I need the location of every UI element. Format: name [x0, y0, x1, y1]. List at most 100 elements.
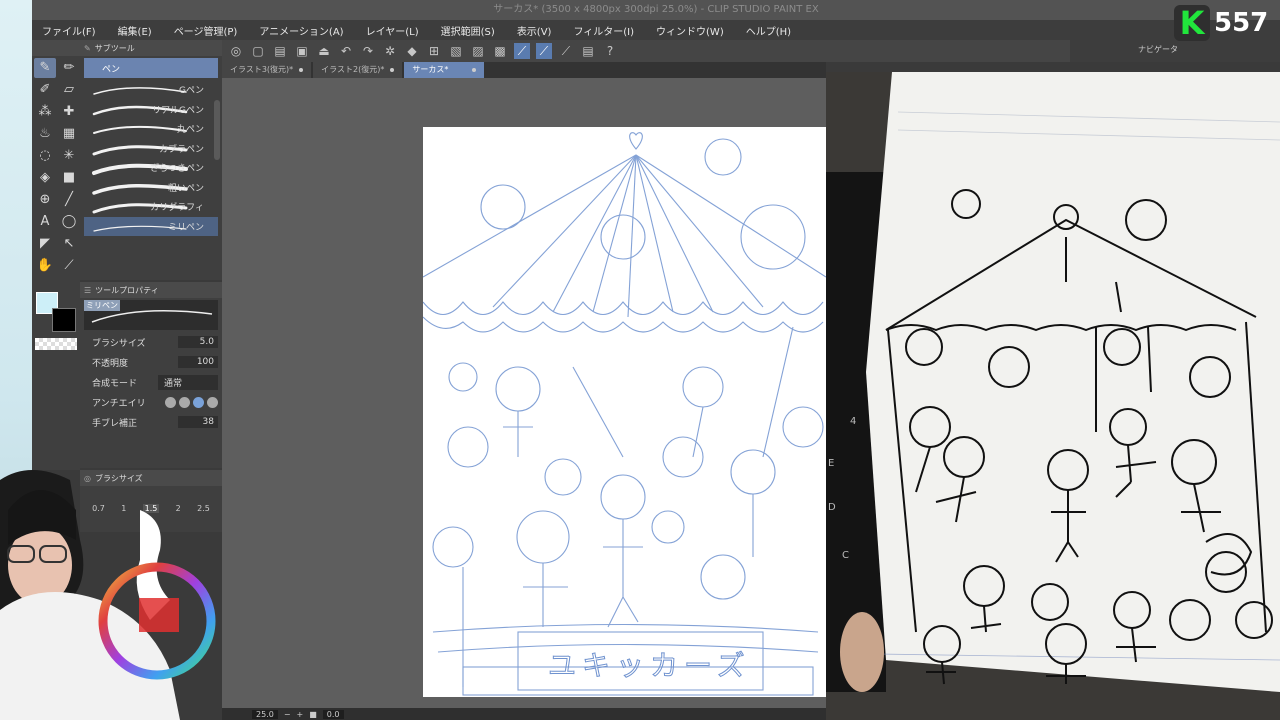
- eraser-tool-icon[interactable]: ▱: [58, 80, 80, 100]
- new-file-icon[interactable]: ▢: [250, 43, 266, 59]
- antialias-row[interactable]: アンチエイリ: [80, 392, 222, 412]
- key-label: E: [828, 458, 834, 469]
- key-label: D: [828, 502, 836, 513]
- tab-label: サーカス*: [412, 65, 449, 74]
- zoom-tool-icon[interactable]: ⊕: [34, 190, 56, 210]
- close-dot-icon[interactable]: [472, 68, 477, 72]
- blend-mode-row[interactable]: 合成モード 通常: [80, 372, 222, 392]
- tool-panel: ✎ ✏ ✐ ▱ ⁂ ✚ ♨ ▦ ◌ ✳ ◈ ■ ⊕ ╱ A ◯ ◤ ↖ ✋ ⟋: [32, 40, 80, 470]
- select-off-icon[interactable]: ▧: [448, 43, 464, 59]
- snap-ruler-icon[interactable]: ⟋: [514, 43, 530, 59]
- menu-window[interactable]: ウィンドウ(W): [656, 23, 724, 38]
- menu-selection[interactable]: 選択範囲(S): [441, 23, 495, 38]
- menu-layer[interactable]: レイヤー(L): [366, 23, 419, 38]
- snap-grid-icon[interactable]: ⟋: [558, 43, 574, 59]
- close-dot-icon[interactable]: [390, 68, 395, 72]
- loading-icon[interactable]: ✲: [382, 43, 398, 59]
- text-tool-icon[interactable]: A: [34, 212, 56, 232]
- opacity-value[interactable]: 100: [178, 356, 218, 368]
- menu-animation[interactable]: アニメーション(A): [259, 23, 343, 38]
- redo-icon[interactable]: ↷: [360, 43, 376, 59]
- snap-special-ruler-icon[interactable]: ⟋: [536, 43, 552, 59]
- menu-page[interactable]: ページ管理(P): [174, 23, 238, 38]
- menu-filter[interactable]: フィルター(I): [573, 23, 634, 38]
- help-icon[interactable]: ?: [602, 43, 618, 59]
- color-wheel[interactable]: [94, 558, 220, 684]
- ruler-tool-icon[interactable]: ◤: [34, 234, 56, 254]
- gradient-tool-icon[interactable]: ■: [58, 168, 80, 188]
- brush-item[interactable]: リアルGペン: [84, 100, 218, 120]
- aa-strong-option[interactable]: [207, 396, 218, 408]
- eyedropper-tool-icon[interactable]: ⟋: [58, 256, 80, 276]
- scrollbar[interactable]: [214, 100, 220, 160]
- subtool-group-pen[interactable]: ペン: [84, 58, 218, 78]
- opacity-row[interactable]: 不透明度 100: [80, 352, 222, 372]
- menu-edit[interactable]: 編集(E): [118, 23, 152, 38]
- brush-tool-icon[interactable]: ✐: [34, 80, 56, 100]
- auto-select-tool-icon[interactable]: ✳: [58, 146, 80, 166]
- crop-icon[interactable]: ▩: [492, 43, 508, 59]
- brush-item[interactable]: ざらつきペン: [84, 158, 218, 178]
- stabilization-row[interactable]: 手ブレ補正 38: [80, 412, 222, 432]
- aa-medium-option[interactable]: [193, 396, 204, 408]
- brush-list: Gペン リアルGペン丸ペンカブラペン ざらつきペン 粗いペン カリグラフィミリペン: [80, 80, 222, 236]
- brush-item[interactable]: カリグラフィ: [84, 197, 218, 217]
- brush-item[interactable]: Gペン: [84, 80, 218, 100]
- pen-tool-icon[interactable]: ✎: [34, 58, 56, 78]
- brush-size-value[interactable]: 5.0: [178, 336, 218, 348]
- fill-icon[interactable]: ◆: [404, 43, 420, 59]
- brush-label: ミリペン: [167, 222, 204, 233]
- aa-weak-option[interactable]: [179, 396, 190, 408]
- drawing-canvas[interactable]: ユキッカーズ: [423, 127, 826, 697]
- blend-tool-icon[interactable]: ♨: [34, 124, 56, 144]
- webcam-overlay: 4 E D C: [826, 72, 1280, 720]
- decoration-tool-icon[interactable]: ⁂: [34, 102, 56, 122]
- brush-item[interactable]: 粗いペン: [84, 178, 218, 198]
- lasso-tool-icon[interactable]: ◌: [34, 146, 56, 166]
- fill-tool-icon[interactable]: ◈: [34, 168, 56, 188]
- title-bar: サーカス* (3500 x 4800px 300dpi 25.0%) - CLI…: [32, 0, 1280, 20]
- menu-help[interactable]: ヘルプ(H): [746, 23, 791, 38]
- tab-label: イラスト3(復元)*: [230, 65, 294, 74]
- settings-icon[interactable]: ▤: [580, 43, 596, 59]
- zoom-in-button[interactable]: +: [297, 710, 304, 719]
- antialias-options[interactable]: [165, 396, 218, 408]
- menu-view[interactable]: 表示(V): [517, 23, 552, 38]
- transparent-color-swatch[interactable]: [35, 338, 77, 350]
- close-dot-icon[interactable]: [299, 68, 304, 72]
- brush-item[interactable]: ミリペン: [84, 216, 218, 236]
- undo-icon[interactable]: ↶: [338, 43, 354, 59]
- zoom-out-button[interactable]: −: [284, 710, 291, 719]
- operation-tool-icon[interactable]: ↖: [58, 234, 80, 254]
- brush-item[interactable]: カブラペン: [84, 139, 218, 159]
- hand-tool-icon[interactable]: ✋: [34, 256, 56, 276]
- zoom-value[interactable]: 25.0: [252, 709, 278, 719]
- brush-size-row[interactable]: ブラシサイズ 5.0: [80, 332, 222, 352]
- brush-item[interactable]: 丸ペン: [84, 119, 218, 139]
- tab-illust3[interactable]: イラスト3(復元)*: [222, 62, 312, 78]
- rotation-value[interactable]: 0.0: [322, 709, 344, 719]
- stabilization-value[interactable]: 38: [178, 416, 218, 428]
- blend-mode-label: 合成モード: [92, 378, 138, 389]
- export-icon[interactable]: ⏏: [316, 43, 332, 59]
- brush-label: 丸ペン: [176, 125, 204, 136]
- canvas-area[interactable]: ユキッカーズ: [222, 78, 826, 708]
- line-tool-icon[interactable]: ╱: [58, 190, 80, 210]
- transform-icon[interactable]: ⊞: [426, 43, 442, 59]
- tab-illust2[interactable]: イラスト2(復元)*: [313, 62, 403, 78]
- frame-tool-icon[interactable]: ▦: [58, 124, 80, 144]
- save-icon[interactable]: ▣: [294, 43, 310, 59]
- blend-mode-select[interactable]: 通常: [158, 374, 218, 390]
- sub-color-swatch[interactable]: [52, 308, 76, 332]
- clip-studio-icon[interactable]: ◎: [228, 43, 244, 59]
- stop-icon[interactable]: ■: [309, 710, 317, 719]
- aa-none-option[interactable]: [165, 396, 176, 408]
- tab-circus[interactable]: サーカス*: [404, 62, 485, 78]
- toolprop-title: ツールプロパティ: [95, 285, 159, 295]
- balloon-tool-icon[interactable]: ◯: [58, 212, 80, 232]
- open-file-icon[interactable]: ▤: [272, 43, 288, 59]
- invert-select-icon[interactable]: ▨: [470, 43, 486, 59]
- menu-file[interactable]: ファイル(F): [42, 23, 96, 38]
- move-tool-icon[interactable]: ✚: [58, 102, 80, 122]
- pencil-tool-icon[interactable]: ✏: [58, 58, 80, 78]
